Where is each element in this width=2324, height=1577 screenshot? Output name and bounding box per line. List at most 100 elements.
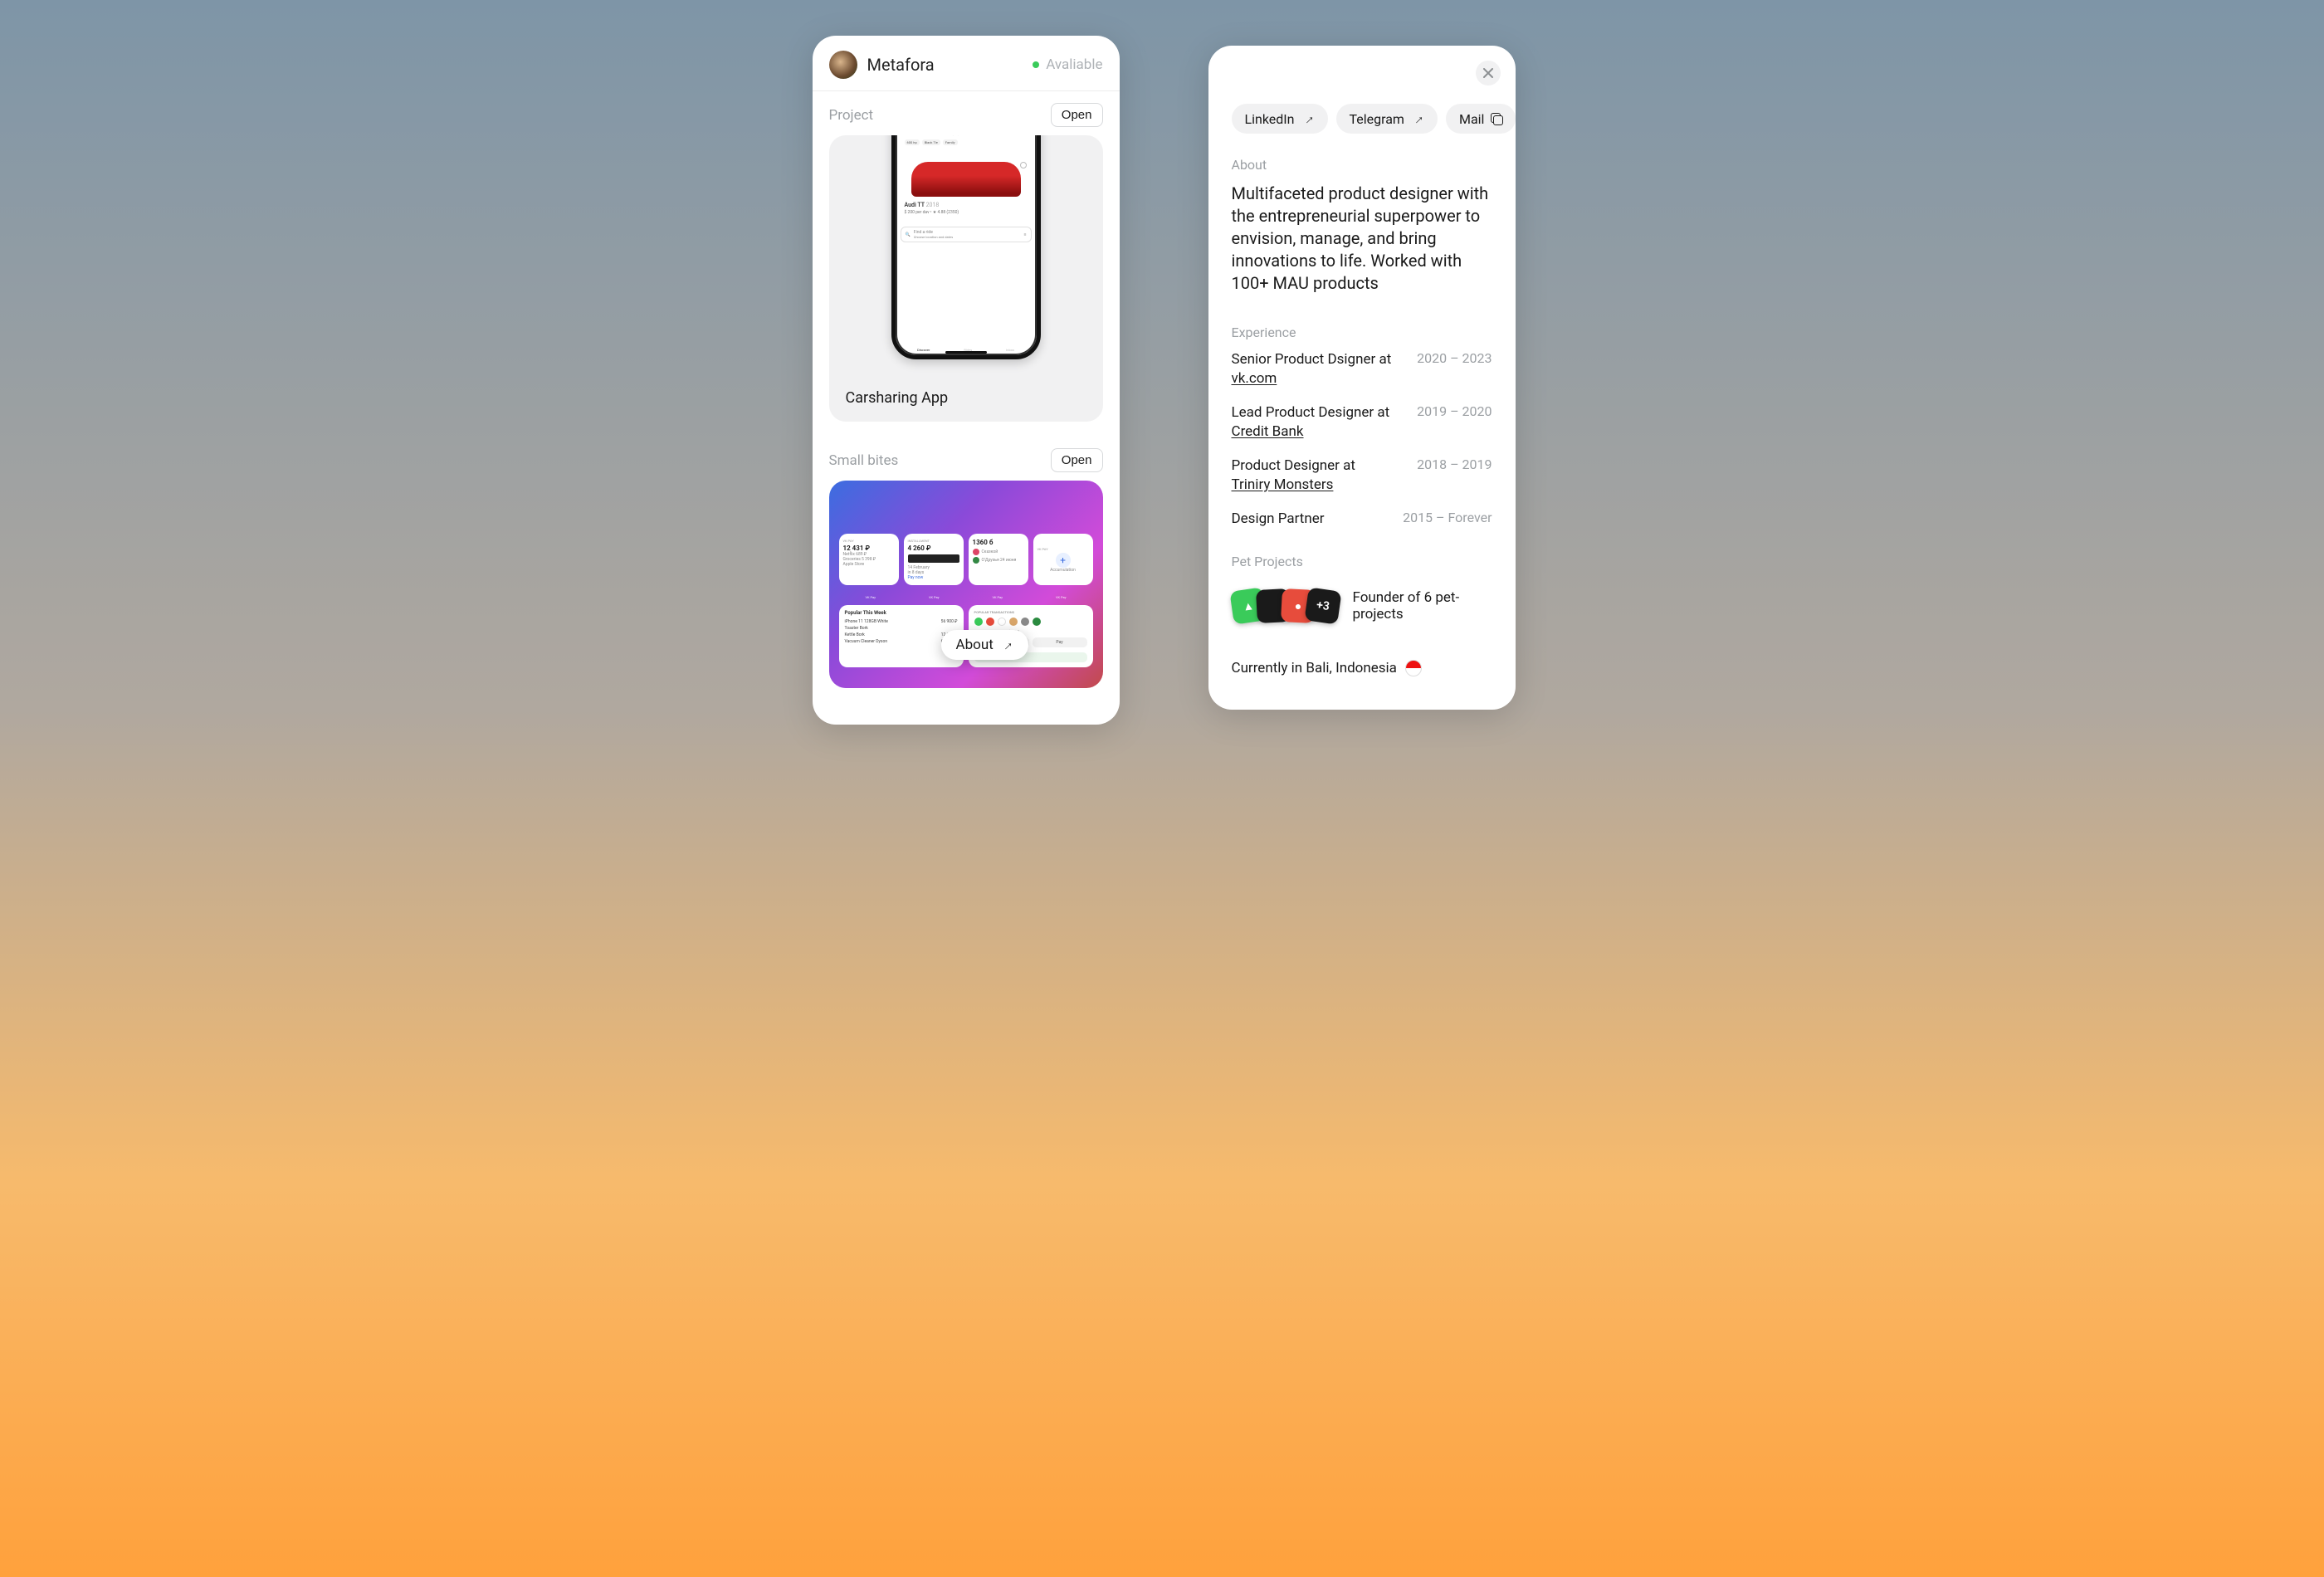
widget-vkpay: VK PAY 12 431 ₽ Netflix 689 ₽ Groceries … [839, 534, 899, 585]
widget-bonus: 1360 б Сказкой О'Друзья 24 июня [969, 534, 1028, 585]
status-indicator-icon [1033, 61, 1039, 68]
w3-r2: О'Друзья 24 июня [982, 558, 1017, 563]
exp2-dates: 2019 – 2020 [1417, 403, 1492, 419]
w4-sub: Accumulation [1050, 568, 1076, 573]
section-label-project: Project [829, 107, 874, 124]
location-row: Currently in Bali, Indonesia [1232, 660, 1492, 693]
experience-row: Product Designer at Triniry Monsters 201… [1232, 456, 1492, 495]
w4-label: VK PAY [1038, 547, 1048, 551]
avatar-icon [1033, 618, 1041, 626]
avatar-icon [974, 618, 983, 626]
exp1-company[interactable]: vk.com [1232, 370, 1277, 387]
car1-price: US$ 460 per day [905, 135, 935, 136]
car-listing-1: BMW 320i M Sport Edition 21 2022 US$ 460… [901, 135, 1032, 152]
profile-card: Metafora Avaliable Project Open BMW 320i… [813, 36, 1120, 725]
section-title-about: About [1232, 157, 1492, 173]
open-project-button[interactable]: Open [1051, 103, 1103, 127]
section-label-smallbites: Small bites [829, 452, 899, 469]
pet-projects-row[interactable]: ▲ ● +3 Founder of 6 pet-projects [1232, 589, 1492, 622]
copy-icon [1491, 113, 1502, 124]
section-header-smallbites: Small bites Open [813, 437, 1120, 481]
experience-row: Senior Product Dsigner at vk.com 2020 – … [1232, 350, 1492, 388]
car2-price: $ 200 per dav [905, 210, 930, 215]
arrow-ne-icon: → [1297, 108, 1318, 129]
exp4-role: Design Partner [1232, 510, 1325, 527]
w1-label: VK PAY [843, 539, 895, 543]
status-text: Avaliable [1046, 56, 1102, 73]
p1r1p: 56 900 ₽ [941, 619, 958, 624]
car-listing-2: Audi TT 2018 $ 200 per dav • ★ 4.88 (235… [901, 157, 1032, 222]
about-btn-label: About [956, 637, 994, 653]
wf4: VK Pay [1056, 595, 1067, 599]
location-text: Currently in Bali, Indonesia [1232, 660, 1397, 676]
section-header-project: Project Open [813, 91, 1120, 135]
project-card[interactable]: BMW 320i M Sport Edition 21 2022 US$ 460… [829, 135, 1103, 422]
widget-installment: INSTALLMENT 4 260 ₽ 14 February in 8 day… [904, 534, 964, 585]
exp2-role: Lead Product Designer at [1232, 404, 1390, 421]
app-icon-badge: +3 [1304, 587, 1341, 624]
close-button[interactable] [1476, 61, 1501, 85]
exp3-role: Product Designer at [1232, 457, 1355, 474]
wf2: VK Pay [929, 595, 940, 599]
p1r4: Vacuum Cleaner Dyson [845, 639, 888, 644]
w2-label: INSTALLMENT [908, 539, 959, 543]
pay-btn: Pay [1033, 637, 1087, 647]
car2-name: Audi TT [905, 202, 925, 208]
profile-name: Metafora [867, 55, 1033, 75]
project-title: Carsharing App [846, 389, 949, 407]
tab-inbox: Inbox [1006, 348, 1014, 352]
about-floating-button[interactable]: About → [941, 630, 1028, 660]
exp3-dates: 2018 – 2019 [1417, 456, 1492, 472]
section-title-pet: Pet Projects [1232, 554, 1492, 569]
wf1: VK Pay [865, 595, 876, 599]
exp1-role: Senior Product Dsigner at [1232, 351, 1392, 368]
w2-value: 4 260 ₽ [908, 544, 959, 552]
wf3: VK Pay [992, 595, 1003, 599]
arrow-ne-icon: → [996, 634, 1017, 655]
chip-blacktie: Black Tie [922, 139, 940, 145]
car-image-icon [911, 162, 1021, 197]
w1-value: 12 431 ₽ [843, 544, 895, 552]
home-indicator-icon [945, 351, 987, 354]
p1r1: iPhone 11 128GB White [845, 619, 888, 624]
close-icon [1483, 68, 1493, 78]
car2-rating: ★ 4.88 (2350) [933, 210, 959, 215]
experience-row: Lead Product Designer at Credit Bank 201… [1232, 403, 1492, 442]
phone-mockup: BMW 320i M Sport Edition 21 2022 US$ 460… [891, 135, 1041, 359]
experience-row: Design Partner 2015 – Forever [1232, 510, 1492, 529]
mail-copy-button[interactable]: Mail [1446, 104, 1516, 134]
profile-header: Metafora Avaliable [813, 36, 1120, 91]
exp1-dates: 2020 – 2023 [1417, 350, 1492, 366]
chip-hp: 600 hp [905, 139, 920, 145]
section-title-experience: Experience [1232, 325, 1492, 340]
smallbites-card[interactable]: VK PAY 12 431 ₽ Netflix 689 ₽ Groceries … [829, 481, 1103, 688]
p1r2: Toaster Bork [845, 626, 868, 631]
w1-r3: Apple Store [843, 562, 895, 567]
telegram-link[interactable]: Telegram → [1336, 104, 1438, 134]
about-bio: Multifaceted product designer with the e… [1232, 183, 1492, 295]
pet-projects-text: Founder of 6 pet-projects [1353, 589, 1492, 622]
car1-rating: ★ 4.88 (28) [938, 135, 959, 136]
exp4-dates: 2015 – Forever [1403, 510, 1492, 525]
open-smallbites-button[interactable]: Open [1051, 448, 1103, 472]
search-sub: Choose location and dates [914, 235, 953, 239]
indonesia-flag-icon [1405, 660, 1422, 676]
avatar[interactable] [829, 51, 857, 79]
telegram-label: Telegram [1350, 111, 1404, 127]
widget-accumulation: VK PAY + Accumulation [1033, 534, 1093, 585]
search-bar: 🔍 Find a ride Choose location and dates … [901, 227, 1032, 242]
avatar-icon [1009, 618, 1018, 626]
filter-icon: ≡ [1024, 232, 1027, 237]
avatar-icon [986, 618, 994, 626]
linkedin-link[interactable]: LinkedIn → [1232, 104, 1328, 134]
exp3-company[interactable]: Triniry Monsters [1232, 476, 1334, 493]
search-icon: 🔍 [906, 232, 911, 237]
plus-icon: + [1056, 553, 1071, 568]
w3-r1: Сказкой [982, 549, 998, 554]
p1r3: Kettle Bork [845, 632, 865, 637]
chip-family: Family [943, 139, 958, 145]
exp2-company[interactable]: Credit Bank [1232, 423, 1304, 440]
avatar-icon [998, 618, 1006, 626]
w2-btn: Pay now [908, 575, 959, 580]
heart-icon [1020, 162, 1027, 168]
